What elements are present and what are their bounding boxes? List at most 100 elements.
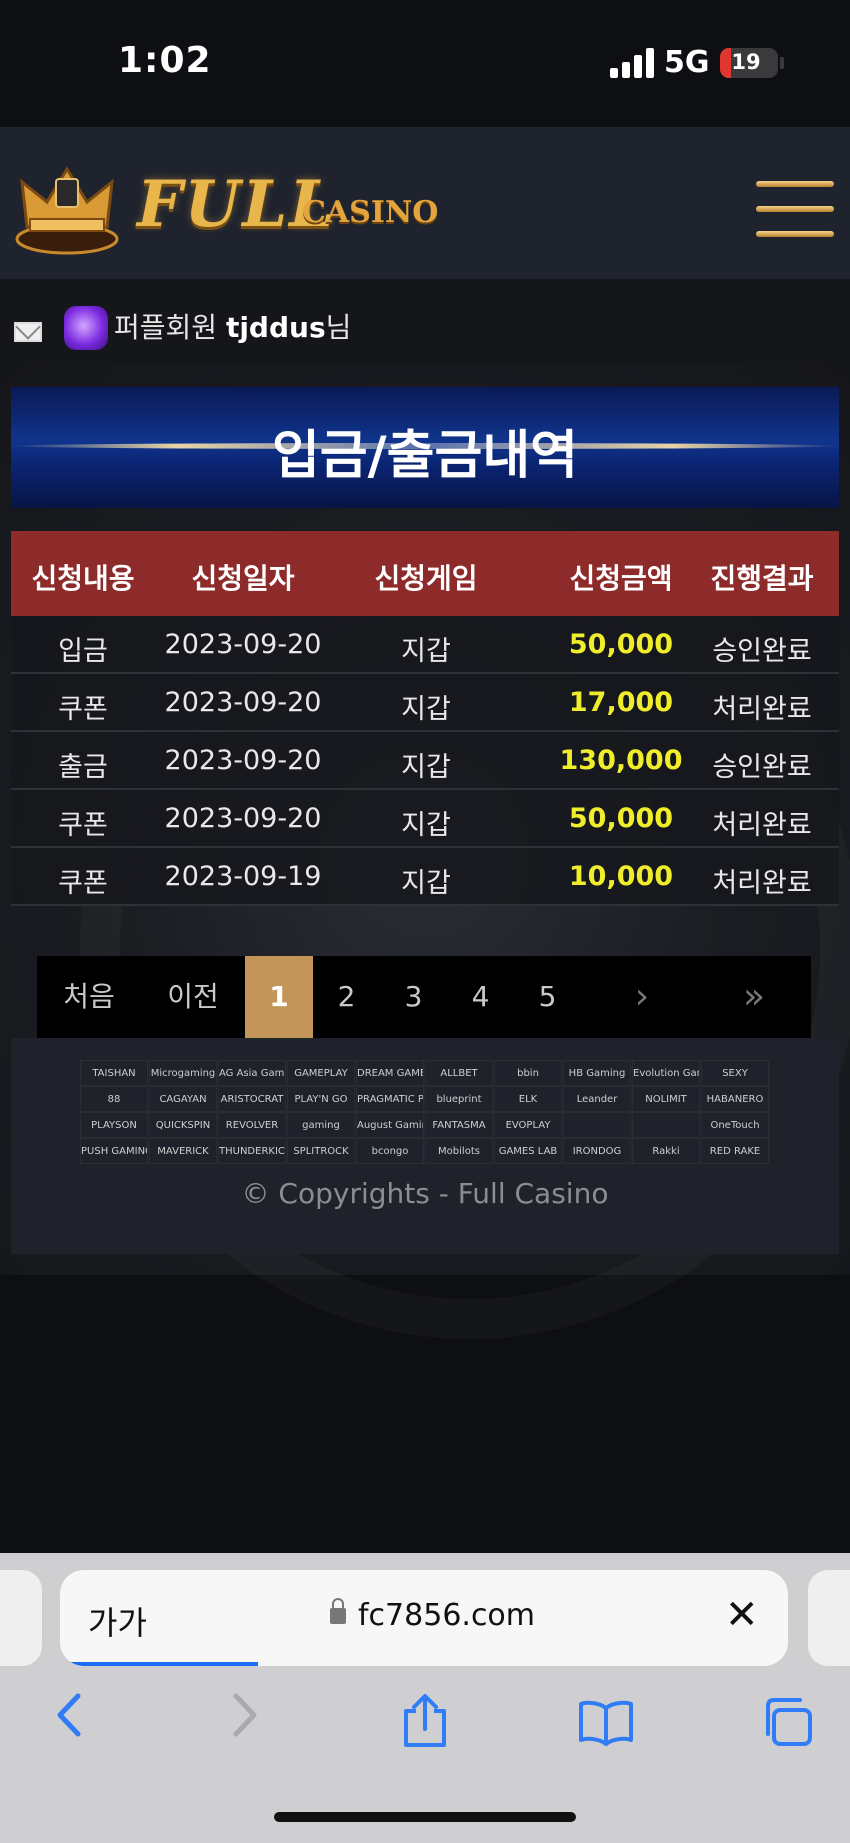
provider-logo: SEXY [701,1060,769,1086]
provider-logo: THUNDERKICK [218,1138,286,1164]
table-row: 쿠폰 2023-09-20 지갑 17,000 처리완료 [11,674,839,732]
table-row: 입금 2023-09-20 지갑 50,000 승인완료 [11,616,839,674]
site-logo[interactable]: FULL CASINO [12,157,452,257]
bookmarks-icon[interactable] [578,1698,634,1746]
cell-status: 승인완료 [712,636,812,667]
battery-percent: 19 [731,50,761,74]
provider-logo: ARISTOCRAT [218,1086,286,1112]
url-text[interactable]: fc7856.com [358,1598,535,1633]
site-header: FULL CASINO [0,127,850,279]
mail-icon[interactable] [14,322,42,342]
cell-type: 입금 [58,636,108,667]
cell-date: 2023-09-20 [164,803,322,834]
user-suffix: 님 [325,311,352,344]
provider-logo: SPLITROCK [287,1138,355,1164]
provider-logo: ALLBET [425,1060,493,1086]
provider-logo: RED RAKE [701,1138,769,1164]
page-first-button[interactable]: 처음 [37,956,141,1038]
network-type: 5G [664,45,710,80]
provider-logo: DREAM GAME [356,1060,424,1086]
battery-tip [780,57,784,69]
provider-logo: MAVERICK [149,1138,217,1164]
cell-status: 처리완료 [712,868,812,899]
provider-logo: FANTASMA [425,1112,493,1138]
page-prev-button[interactable]: 이전 [141,956,245,1038]
logo-text-casino: CASINO [302,195,439,230]
battery-icon: 19 [720,48,778,78]
cell-date: 2023-09-20 [164,687,322,718]
hamburger-menu-icon[interactable] [756,181,834,237]
provider-logo: IRONDOG [563,1138,631,1164]
crown-icon [15,166,119,255]
next-tab-preview[interactable] [808,1570,850,1666]
table-row: 쿠폰 2023-09-20 지갑 50,000 처리완료 [11,790,839,848]
cell-status: 처리완료 [712,694,812,725]
provider-logo: CAGAYAN [149,1086,217,1112]
user-greeting: 퍼플회원 tjddus님 [114,306,351,346]
provider-logo: GAMEPLAY [287,1060,355,1086]
cell-game: 지갑 [401,694,451,725]
page-last-icon[interactable]: » [709,956,799,1038]
cellular-signal-icon [610,48,654,78]
provider-logo: TAISHAN [80,1060,148,1086]
user-rank: 퍼플회원 [114,311,218,344]
tabs-icon[interactable] [760,1696,814,1748]
member-rank-icon [64,306,108,350]
provider-logo: Mobilots [425,1138,493,1164]
provider-logo: Evolution Gaming [632,1060,700,1086]
provider-logo: PLAYSON [80,1112,148,1138]
table-header: 신청내용 신청일자 신청게임 신청금액 진행결과 [11,531,839,616]
page-button-5[interactable]: 5 [514,956,581,1038]
provider-logo: HB Gaming [563,1060,631,1086]
page-button-3[interactable]: 3 [380,956,447,1038]
provider-logos: TAISHANMicrogamingAG Asia GamingGAMEPLAY… [80,1060,770,1166]
cell-type: 쿠폰 [58,868,108,899]
cell-game: 지갑 [401,636,451,667]
provider-logo: QUICKSPIN [149,1112,217,1138]
provider-logo: PLAY'N GO [287,1086,355,1112]
page-title: 입금/출금내역 [271,426,579,486]
page-button-1[interactable]: 1 [245,956,313,1038]
address-bar[interactable]: 가가 fc7856.com ✕ [60,1570,788,1666]
provider-logo: EVOPLAY [494,1112,562,1138]
provider-logo: REVOLVER [218,1112,286,1138]
provider-logo: PRAGMATIC PLAY [356,1086,424,1112]
cell-type: 쿠폰 [58,810,108,841]
provider-logo: blueprint [425,1086,493,1112]
provider-logo: NOLIMIT [632,1086,700,1112]
stop-loading-icon[interactable]: ✕ [725,1592,759,1638]
cell-status: 처리완료 [712,810,812,841]
page-title-banner: 입금/출금내역 [11,387,839,508]
page-next-icon[interactable]: › [597,956,687,1038]
previous-tab-preview[interactable] [0,1570,42,1666]
pagination: 처음 이전 1 2 3 4 5 › » [37,956,811,1038]
cell-type: 출금 [58,752,108,783]
page-load-progress [60,1662,258,1666]
provider-logo: GAMES LAB [494,1138,562,1164]
cell-date: 2023-09-20 [164,629,322,660]
cell-date: 2023-09-19 [164,861,322,892]
provider-logo: 88 [80,1086,148,1112]
user-name: tjddus [225,311,326,344]
provider-logo: bbin [494,1060,562,1086]
transaction-table: 신청내용 신청일자 신청게임 신청금액 진행결과 입금 2023-09-20 지… [11,531,839,906]
lock-icon [330,1598,346,1624]
table-row: 출금 2023-09-20 지갑 130,000 승인완료 [11,732,839,790]
provider-logo [632,1112,700,1138]
table-row: 쿠폰 2023-09-19 지갑 10,000 처리완료 [11,848,839,906]
provider-logo [563,1112,631,1138]
home-indicator [274,1812,576,1822]
reader-settings-button[interactable]: 가가 [88,1598,147,1644]
cell-game: 지갑 [401,810,451,841]
provider-logo: gaming [287,1112,355,1138]
provider-logo: August Gaming [356,1112,424,1138]
back-icon[interactable] [48,1690,88,1740]
provider-logo: Leander [563,1086,631,1112]
share-icon[interactable] [400,1693,450,1749]
page-button-2[interactable]: 2 [313,956,380,1038]
provider-logo: OneTouch [701,1112,769,1138]
page-button-4[interactable]: 4 [447,956,514,1038]
status-time: 1:02 [118,40,212,81]
forward-icon[interactable] [226,1690,266,1740]
provider-logo: PUSH GAMING [80,1138,148,1164]
